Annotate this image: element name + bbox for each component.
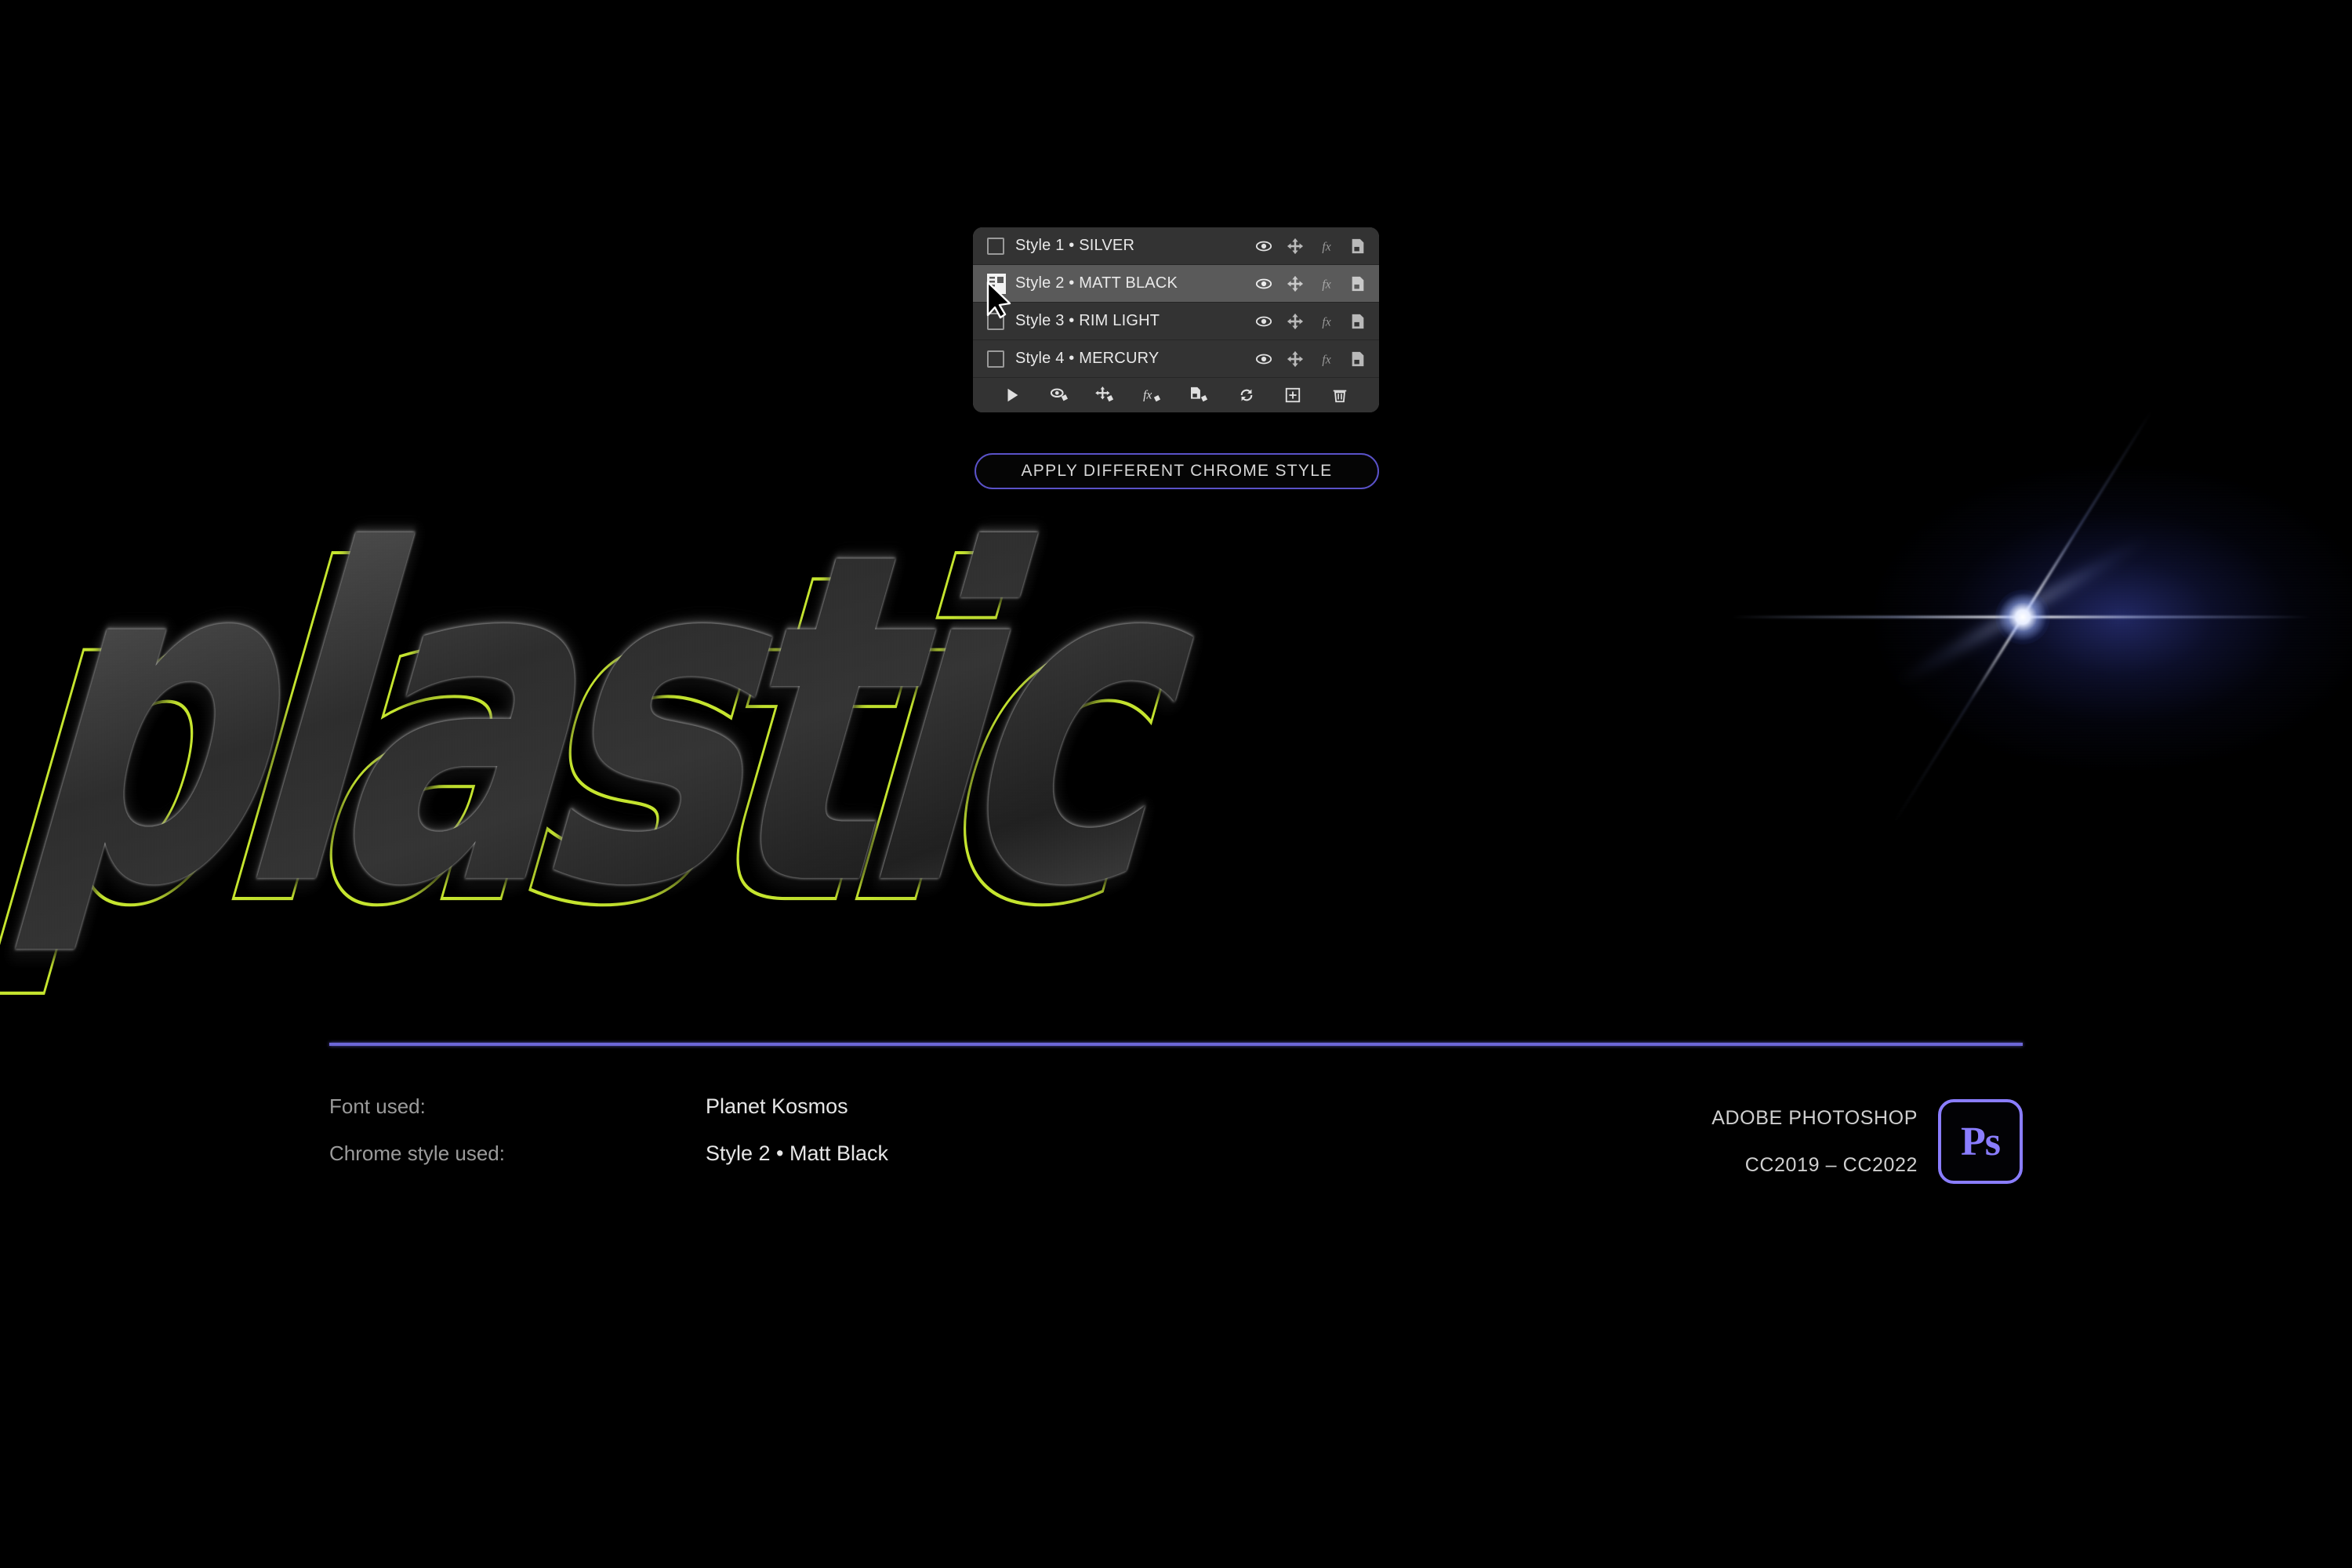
- play-icon[interactable]: [989, 378, 1036, 412]
- fx-icon[interactable]: fx: [1318, 350, 1335, 368]
- fx-icon[interactable]: fx: [1318, 238, 1335, 255]
- new-action-icon[interactable]: [1270, 378, 1317, 412]
- style-row-4[interactable]: Style 4 • MERCURY fx: [973, 340, 1379, 378]
- eye-icon[interactable]: [1255, 238, 1272, 255]
- style-row-icons-1: fx: [1255, 238, 1370, 255]
- layer-icon[interactable]: [1349, 313, 1367, 330]
- style-row-3[interactable]: Style 3 • RIM LIGHT fx: [973, 303, 1379, 340]
- style-thumbnail-2[interactable]: [987, 273, 1006, 294]
- style-label-4: Style 4 • MERCURY: [1015, 350, 1160, 367]
- move-action-icon[interactable]: [1083, 378, 1130, 412]
- actions-toolbar[interactable]: fx: [973, 378, 1379, 412]
- meta-key-chrome-style: Chrome style used:: [329, 1142, 505, 1165]
- photoshop-app-name: ADOBE PHOTOSHOP: [1711, 1107, 1918, 1129]
- photoshop-logo-icon: Ps: [1938, 1099, 2023, 1184]
- meta-key-font: Font used:: [329, 1094, 426, 1118]
- footer-divider: [329, 1043, 2023, 1046]
- meta-value-font: Planet Kosmos: [706, 1094, 848, 1118]
- duplicate-action-icon[interactable]: [1176, 378, 1223, 412]
- svg-text:fx: fx: [1322, 278, 1330, 291]
- fx-icon[interactable]: fx: [1318, 313, 1335, 330]
- photoshop-versions: CC2019 – CC2022: [1744, 1154, 1918, 1176]
- style-label-2: Style 2 • MATT BLACK: [1015, 274, 1178, 292]
- layer-icon[interactable]: [1349, 275, 1367, 292]
- svg-text:fx: fx: [1322, 353, 1330, 366]
- svg-text:fx: fx: [1322, 315, 1330, 328]
- meta-row-chrome-style: Chrome style used: Style 2 • Matt Black: [329, 1142, 1192, 1189]
- move-icon[interactable]: [1287, 238, 1304, 255]
- eye-icon[interactable]: [1255, 275, 1272, 292]
- style-checkbox-4[interactable]: [987, 350, 1004, 368]
- refresh-icon[interactable]: [1223, 378, 1270, 412]
- move-icon[interactable]: [1287, 275, 1304, 292]
- plastic-wordart: plastic plastic: [0, 457, 2352, 1019]
- trash-icon[interactable]: [1316, 378, 1363, 412]
- fx-icon[interactable]: fx: [1318, 275, 1335, 292]
- footer-meta-left: Font used: Planet Kosmos Chrome style us…: [329, 1094, 1192, 1189]
- wordart-body-text: plastic: [0, 457, 1247, 986]
- meta-row-font: Font used: Planet Kosmos: [329, 1094, 1192, 1142]
- apply-chrome-style-button[interactable]: APPLY DIFFERENT CHROME STYLE: [975, 453, 1379, 489]
- style-label-3: Style 3 • RIM LIGHT: [1015, 312, 1160, 329]
- photoshop-version-text: ADOBE PHOTOSHOP CC2019 – CC2022: [1711, 1094, 1918, 1189]
- move-icon[interactable]: [1287, 313, 1304, 330]
- svg-text:fx: fx: [1322, 240, 1330, 253]
- fx-action-icon[interactable]: fx: [1129, 378, 1176, 412]
- toggle-visibility-icon[interactable]: [1036, 378, 1083, 412]
- footer-meta-right: ADOBE PHOTOSHOP CC2019 – CC2022 Ps: [1711, 1094, 2023, 1189]
- style-row-icons-2: fx: [1255, 275, 1370, 292]
- style-checkbox-1[interactable]: [987, 237, 1004, 255]
- meta-value-chrome-style: Style 2 • Matt Black: [706, 1142, 889, 1165]
- style-checkbox-3[interactable]: [987, 312, 1004, 330]
- style-label-1: Style 1 • SILVER: [1015, 237, 1135, 254]
- eye-icon[interactable]: [1255, 313, 1272, 330]
- apply-chrome-style-label: APPLY DIFFERENT CHROME STYLE: [1021, 462, 1333, 480]
- canvas-background: plastic plastic Style 1 • SILVER fx Styl…: [0, 0, 2352, 1568]
- photoshop-logo-text: Ps: [1961, 1119, 2001, 1164]
- eye-icon[interactable]: [1255, 350, 1272, 368]
- wordart-body-layer: plastic: [0, 457, 2352, 1019]
- chrome-styles-panel[interactable]: Style 1 • SILVER fx Style 2 • MATT BLACK…: [973, 227, 1379, 412]
- layer-icon[interactable]: [1349, 350, 1367, 368]
- layer-icon[interactable]: [1349, 238, 1367, 255]
- style-row-icons-4: fx: [1255, 350, 1370, 368]
- move-icon[interactable]: [1287, 350, 1304, 368]
- style-row-1[interactable]: Style 1 • SILVER fx: [973, 227, 1379, 265]
- style-row-2[interactable]: Style 2 • MATT BLACK fx: [973, 265, 1379, 303]
- style-row-icons-3: fx: [1255, 313, 1370, 330]
- svg-text:fx: fx: [1143, 389, 1152, 402]
